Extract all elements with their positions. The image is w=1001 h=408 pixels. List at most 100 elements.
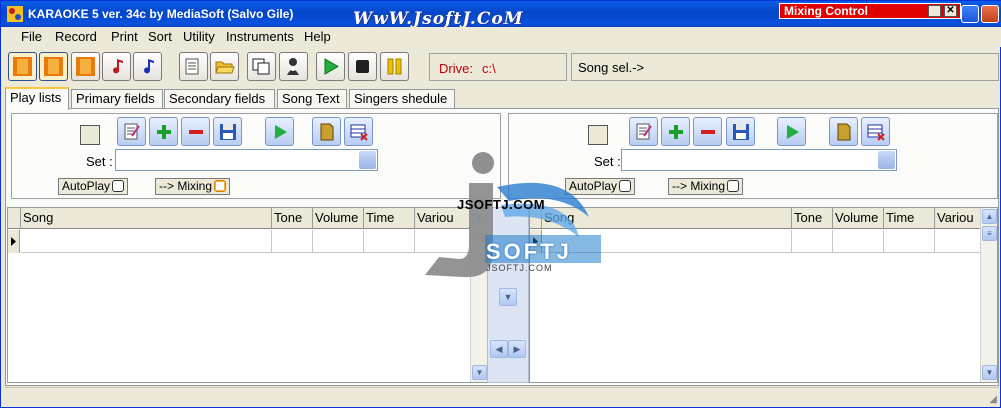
site-watermark: WwW.JsoftJ.CoM xyxy=(353,9,524,29)
grid-delete-icon xyxy=(867,124,885,141)
tab-singers-shedule[interactable]: Singers shedule xyxy=(349,89,455,109)
drive-label: Drive: xyxy=(439,61,473,76)
right-col-time[interactable]: Time xyxy=(884,208,935,229)
status-bar: ◢ xyxy=(5,387,999,407)
right-set-select[interactable] xyxy=(621,149,897,171)
tab-play-lists[interactable]: Play lists xyxy=(5,87,69,110)
right-play-button[interactable] xyxy=(777,117,806,146)
menu-sort[interactable]: Sort xyxy=(148,29,172,44)
play-icon xyxy=(787,125,799,139)
menu-record[interactable]: Record xyxy=(55,29,97,44)
folder-open-icon xyxy=(215,61,235,74)
right-col-tone[interactable]: Tone xyxy=(792,208,833,229)
table-cell[interactable] xyxy=(364,230,415,253)
primary-fields-button[interactable] xyxy=(8,52,37,81)
scroll-down-icon[interactable]: ▼ xyxy=(472,365,487,380)
left-delete-list-button[interactable] xyxy=(344,117,373,146)
resize-grip-icon[interactable]: ◢ xyxy=(989,394,997,405)
logo-site-text: JSOFTJ.COM xyxy=(457,197,546,212)
minimize-button[interactable] xyxy=(961,5,979,23)
right-delete-list-button[interactable] xyxy=(861,117,890,146)
list-edit-icon xyxy=(636,123,652,140)
floppy-disk-icon xyxy=(220,124,236,140)
left-col-volume[interactable]: Volume xyxy=(313,208,364,229)
plus-icon xyxy=(157,125,171,139)
scroll-up-icon[interactable]: ▲ xyxy=(982,209,997,224)
play-button[interactable] xyxy=(316,52,345,81)
chevron-down-icon[interactable] xyxy=(359,151,376,169)
move-left-icon[interactable]: ◀ xyxy=(490,340,508,358)
table-cell[interactable] xyxy=(313,230,364,253)
left-autoplay-toggle[interactable]: AutoPlay xyxy=(58,178,129,195)
copy-button[interactable] xyxy=(247,52,276,81)
menu-utility[interactable]: Utility xyxy=(183,29,215,44)
left-set-select[interactable] xyxy=(115,149,378,171)
table-row[interactable] xyxy=(21,230,470,253)
left-col-tone[interactable]: Tone xyxy=(272,208,313,229)
song-selected-label: Song sel.-> xyxy=(578,60,645,75)
left-play-button[interactable] xyxy=(265,117,294,146)
tab-song-text[interactable]: Song Text xyxy=(277,89,347,109)
move-right-icon[interactable]: ▶ xyxy=(508,340,526,358)
left-edit-list-button[interactable] xyxy=(117,117,146,146)
lyrics-button[interactable] xyxy=(71,52,100,81)
left-col-song[interactable]: Song xyxy=(21,208,272,229)
left-remove-button[interactable] xyxy=(181,117,210,146)
scroll-thumb[interactable]: ≡ xyxy=(982,226,997,241)
table-cell[interactable] xyxy=(884,230,935,253)
menu-print[interactable]: Print xyxy=(111,29,138,44)
right-edit-list-button[interactable] xyxy=(629,117,658,146)
right-grid-scrollbar[interactable]: ▲ ≡ ▼ xyxy=(980,208,997,382)
document-icon xyxy=(837,123,851,141)
pause-button[interactable] xyxy=(380,52,409,81)
tab-primary-fields[interactable]: Primary fields xyxy=(71,89,163,109)
mixing-close-icon[interactable]: ✕ xyxy=(944,5,957,17)
menu-help[interactable]: Help xyxy=(304,29,331,44)
document-icon xyxy=(320,123,334,141)
row-pointer-icon xyxy=(11,237,16,246)
right-add-button[interactable] xyxy=(661,117,690,146)
right-col-various[interactable]: Variou xyxy=(935,208,981,229)
singer-button[interactable] xyxy=(279,52,308,81)
left-mixing-toggle[interactable]: --> Mixing xyxy=(155,178,231,195)
left-add-button[interactable] xyxy=(149,117,178,146)
chevron-down-icon[interactable] xyxy=(878,151,895,169)
table-cell[interactable] xyxy=(833,230,884,253)
right-remove-button[interactable] xyxy=(693,117,722,146)
move-down-icon[interactable]: ▼ xyxy=(499,288,517,306)
edit-list-button[interactable] xyxy=(179,52,208,81)
title-bar[interactable]: KARAOKE 5 ver. 34c by MediaSoft (Salvo G… xyxy=(1,1,1001,29)
minus-icon xyxy=(701,130,715,134)
singer-icon xyxy=(287,58,299,75)
mixing-control-bar[interactable]: Mixing Control ✕ xyxy=(779,3,961,19)
table-cell[interactable] xyxy=(792,230,833,253)
left-grid-header: Song Tone Volume Time Variou xyxy=(8,208,470,229)
mixing-restore-button[interactable] xyxy=(928,5,941,17)
mixing-control-title: Mixing Control xyxy=(784,4,868,18)
left-document-button[interactable] xyxy=(312,117,341,146)
tab-secondary-fields[interactable]: Secondary fields xyxy=(164,89,275,109)
midi-blue-button[interactable] xyxy=(133,52,162,81)
secondary-fields-button[interactable] xyxy=(39,52,68,81)
left-color-square[interactable] xyxy=(80,125,100,145)
table-cell[interactable] xyxy=(272,230,313,253)
stop-button[interactable] xyxy=(348,52,377,81)
table-cell[interactable] xyxy=(21,230,272,253)
left-save-button[interactable] xyxy=(213,117,242,146)
music-note-blue-icon xyxy=(144,59,154,74)
right-mixing-toggle[interactable]: --> Mixing xyxy=(668,178,744,195)
right-document-button[interactable] xyxy=(829,117,858,146)
right-col-volume[interactable]: Volume xyxy=(833,208,884,229)
left-col-time[interactable]: Time xyxy=(364,208,415,229)
left-songs-grid[interactable]: Song Tone Volume Time Variou ▲ ≡ ▼ xyxy=(7,207,487,383)
menu-file[interactable]: File xyxy=(21,29,42,44)
pause-icon xyxy=(387,58,402,75)
scroll-down-icon[interactable]: ▼ xyxy=(982,365,997,380)
right-save-button[interactable] xyxy=(726,117,755,146)
menu-instruments[interactable]: Instruments xyxy=(226,29,294,44)
open-folder-button[interactable] xyxy=(210,52,239,81)
close-button[interactable] xyxy=(981,5,999,23)
floppy-disk-icon xyxy=(733,124,749,140)
midi-red-button[interactable] xyxy=(102,52,131,81)
play-icon xyxy=(275,125,287,139)
